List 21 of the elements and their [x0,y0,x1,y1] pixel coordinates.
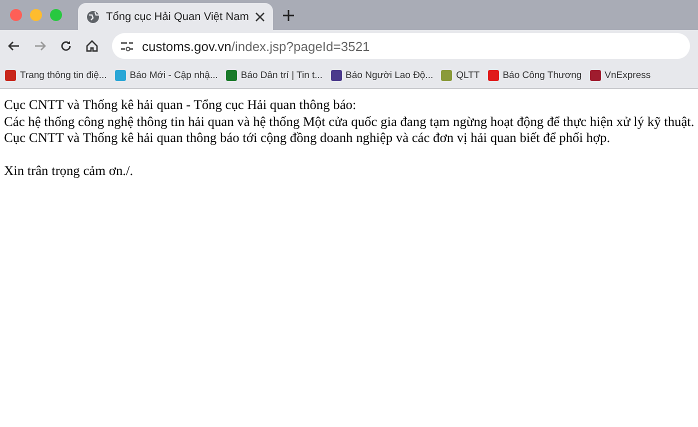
bookmark[interactable]: QLTT [441,70,480,80]
close-icon[interactable] [254,12,265,22]
bookmark[interactable]: Báo Người Lao Độ... [330,70,434,80]
site-settings-icon[interactable] [120,40,134,52]
bookmark[interactable]: Trang thông tin điệ... [5,70,107,80]
url-text: customs.gov.vn/index.jsp?pageId=3521 [142,38,370,54]
notice-text: Cục CNTT và Thống kê hải quan - Tổng cục Hải quan thông báo: [4,97,356,114]
back-arrow-icon[interactable] [8,40,20,52]
address-bar[interactable]: customs.gov.vn/index.jsp?pageId=3521 [112,33,690,59]
bookmark[interactable]: Báo Mới - Cập nhậ... [114,70,218,80]
bookmark[interactable]: VnExpress [590,70,651,80]
notice-text: Xin trân trọng cảm ơn./. [4,163,134,180]
new-tab-icon[interactable] [282,10,294,20]
notice-text: Các hệ thống công nghệ thông tin hải quan và hệ thống Một cửa quốc gia đang tạm ngừng hoạt động để thực hiện xử lý kỹ thuật. [4,114,694,130]
home-icon[interactable] [86,40,98,52]
notice-text: Cục CNTT và Thống kê hải quan thông báo tới cộng đồng doanh nghiệp và các đơn vị hải quan biết để phối hợp. [4,130,610,146]
bookmark[interactable]: Báo Dân trí | Tin t... [226,70,323,80]
tab-title: Tổng cục Hải Quan Việt Nam [106,10,249,22]
bookmark[interactable]: Báo Công Thương [488,70,582,80]
reload-icon[interactable] [60,40,72,52]
browser-tab[interactable]: Tổng cục Hải Quan Việt Nam [78,3,273,30]
